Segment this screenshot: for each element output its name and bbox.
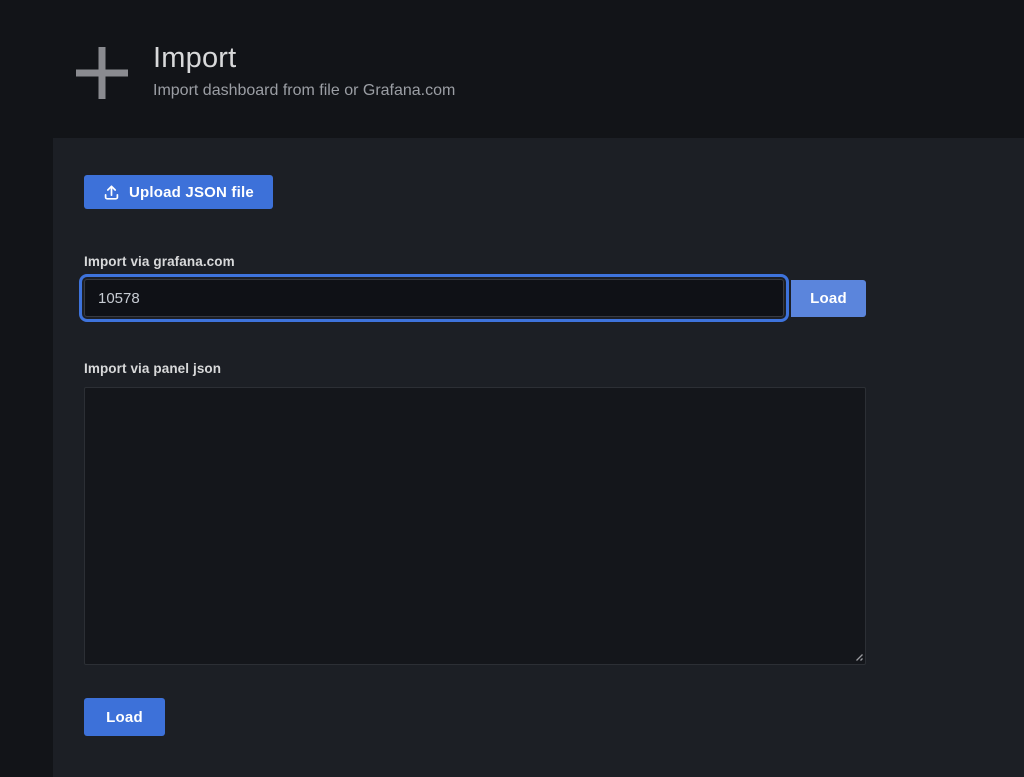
- page-header: Import Import dashboard from file or Gra…: [0, 0, 1024, 138]
- plus-icon: [74, 44, 130, 102]
- panel-json-textarea[interactable]: [84, 387, 866, 665]
- header-text: Import Import dashboard from file or Gra…: [153, 42, 455, 100]
- panel-json-label: Import via panel json: [84, 361, 221, 376]
- page-subtitle: Import dashboard from file or Grafana.co…: [153, 82, 455, 100]
- import-panel: Upload JSON file Import via grafana.com …: [53, 138, 1024, 777]
- page-title: Import: [153, 42, 455, 75]
- load-button[interactable]: Load: [84, 698, 165, 736]
- panel-json-textarea-wrap: [84, 387, 866, 665]
- upload-json-button[interactable]: Upload JSON file: [84, 175, 273, 209]
- gcom-input[interactable]: [84, 279, 784, 317]
- gcom-label: Import via grafana.com: [84, 254, 235, 269]
- import-page: Import Import dashboard from file or Gra…: [0, 0, 1024, 777]
- gcom-load-button[interactable]: Load: [791, 280, 866, 317]
- upload-icon: [103, 184, 120, 201]
- upload-json-button-label: Upload JSON file: [129, 184, 254, 201]
